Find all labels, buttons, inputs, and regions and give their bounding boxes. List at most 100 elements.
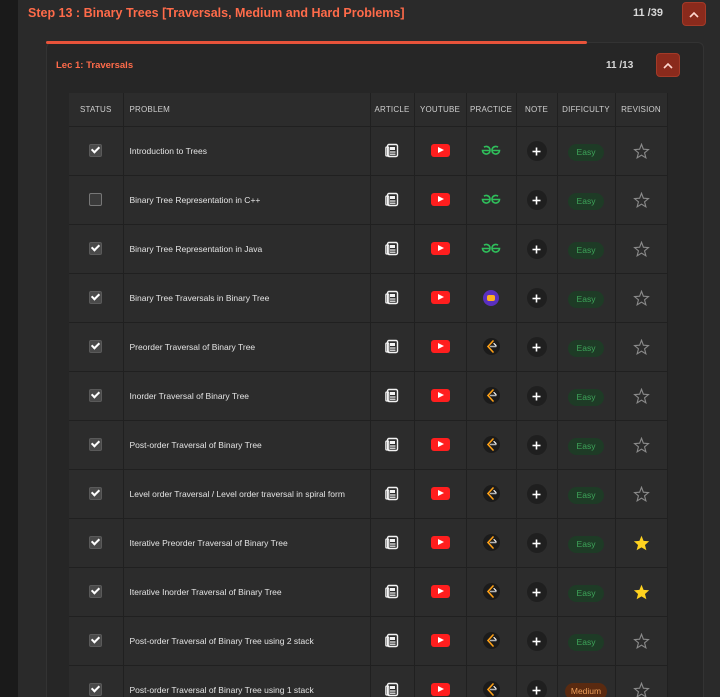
youtube-icon[interactable] (430, 536, 450, 550)
practice-cell (466, 224, 517, 274)
add-note-button[interactable] (526, 288, 547, 308)
practice-link[interactable] (482, 583, 500, 601)
add-note-button[interactable] (526, 337, 547, 357)
problem-title[interactable]: Iterative Inorder Traversal of Binary Tr… (123, 567, 371, 617)
add-note-button[interactable] (526, 582, 547, 602)
problem-title[interactable]: Inorder Traversal of Binary Tree (123, 371, 371, 421)
add-note-button[interactable] (526, 386, 547, 406)
status-checkbox[interactable] (89, 193, 103, 207)
youtube-icon[interactable] (430, 144, 450, 158)
lecture-progress-bar (46, 41, 587, 44)
revision-star[interactable] (632, 681, 650, 697)
revision-star[interactable] (632, 485, 650, 502)
lecture-title[interactable]: Lec 1: Traversals (56, 60, 133, 71)
revision-cell (615, 224, 668, 274)
youtube-icon[interactable] (430, 634, 450, 648)
table-row: Binary Tree Traversals in Binary Tree Eas… (69, 273, 668, 323)
article-link[interactable] (384, 486, 400, 501)
add-note-button[interactable] (526, 435, 547, 455)
youtube-icon[interactable] (430, 340, 450, 354)
revision-star[interactable] (632, 289, 650, 306)
status-checkbox[interactable] (89, 438, 103, 452)
article-link[interactable] (384, 535, 400, 550)
revision-star[interactable] (632, 338, 650, 355)
article-link[interactable] (384, 388, 400, 403)
status-checkbox[interactable] (89, 389, 103, 403)
star-outline-icon (632, 289, 650, 306)
problem-title[interactable]: Binary Tree Representation in Java (123, 224, 371, 274)
youtube-icon[interactable] (430, 438, 450, 452)
revision-star[interactable] (633, 535, 650, 551)
add-note-button[interactable] (526, 631, 547, 651)
status-checkbox[interactable] (89, 242, 103, 256)
practice-link[interactable] (482, 387, 500, 405)
article-link[interactable] (384, 682, 400, 697)
youtube-cell (414, 420, 467, 470)
problem-title[interactable]: Binary Tree Representation in C++ (123, 175, 371, 225)
status-checkbox[interactable] (89, 536, 103, 550)
practice-link[interactable] (481, 194, 501, 205)
practice-link[interactable] (482, 485, 500, 503)
problem-title[interactable]: Introduction to Trees (123, 126, 371, 176)
revision-star[interactable] (632, 436, 650, 453)
step-header[interactable]: Step 13 : Binary Trees [Traversals, Medi… (18, 0, 720, 28)
add-note-button[interactable] (526, 190, 547, 210)
article-link[interactable] (384, 290, 400, 305)
practice-link[interactable] (483, 289, 499, 306)
article-link[interactable] (384, 584, 400, 599)
article-link[interactable] (384, 633, 400, 648)
revision-star[interactable] (632, 191, 650, 208)
revision-star[interactable] (632, 632, 650, 649)
add-note-button[interactable] (526, 533, 547, 553)
youtube-cell (414, 518, 467, 568)
practice-link[interactable] (481, 243, 501, 254)
step-collapse-button[interactable] (682, 2, 706, 26)
article-link[interactable] (384, 143, 400, 158)
article-link[interactable] (384, 241, 400, 256)
article-link[interactable] (384, 437, 400, 452)
youtube-icon[interactable] (430, 193, 450, 207)
problem-title[interactable]: Post-order Traversal of Binary Tree usin… (123, 665, 371, 697)
youtube-icon[interactable] (430, 389, 450, 403)
youtube-icon[interactable] (430, 291, 450, 305)
problem-title[interactable]: Preorder Traversal of Binary Tree (123, 322, 371, 372)
status-checkbox[interactable] (89, 585, 103, 599)
revision-star[interactable] (632, 142, 650, 159)
plus-icon (532, 686, 541, 694)
add-note-button[interactable] (526, 239, 547, 259)
status-checkbox[interactable] (89, 291, 103, 305)
status-checkbox[interactable] (89, 683, 103, 697)
practice-link[interactable] (482, 534, 500, 552)
practice-link[interactable] (482, 632, 500, 650)
lecture-collapse-button[interactable] (656, 53, 680, 77)
star-outline-icon (632, 240, 650, 257)
youtube-icon[interactable] (430, 585, 450, 599)
add-note-button[interactable] (526, 484, 547, 504)
add-note-button[interactable] (526, 141, 547, 161)
practice-link[interactable] (481, 145, 501, 156)
status-checkbox[interactable] (89, 340, 103, 354)
status-checkbox[interactable] (89, 634, 103, 648)
article-cell (370, 567, 415, 617)
article-cell (370, 224, 415, 274)
problem-title[interactable]: Post-order Traversal of Binary Tree (123, 420, 371, 470)
status-cell (69, 126, 124, 176)
problem-title[interactable]: Level order Traversal / Level order trav… (123, 469, 371, 519)
problem-title[interactable]: Iterative Preorder Traversal of Binary T… (123, 518, 371, 568)
revision-star[interactable] (632, 387, 650, 404)
youtube-icon[interactable] (430, 242, 450, 256)
problem-title[interactable]: Binary Tree Traversals in Binary Tree (123, 273, 371, 323)
youtube-icon[interactable] (430, 683, 450, 697)
article-link[interactable] (384, 339, 400, 354)
practice-link[interactable] (482, 338, 500, 356)
practice-link[interactable] (482, 436, 500, 454)
problem-title[interactable]: Post-order Traversal of Binary Tree usin… (123, 616, 371, 666)
article-link[interactable] (384, 192, 400, 207)
status-checkbox[interactable] (89, 487, 103, 501)
practice-link[interactable] (482, 681, 500, 697)
revision-star[interactable] (632, 240, 650, 257)
youtube-icon[interactable] (430, 487, 450, 501)
status-checkbox[interactable] (89, 144, 103, 158)
revision-star[interactable] (633, 584, 650, 600)
add-note-button[interactable] (526, 680, 547, 697)
